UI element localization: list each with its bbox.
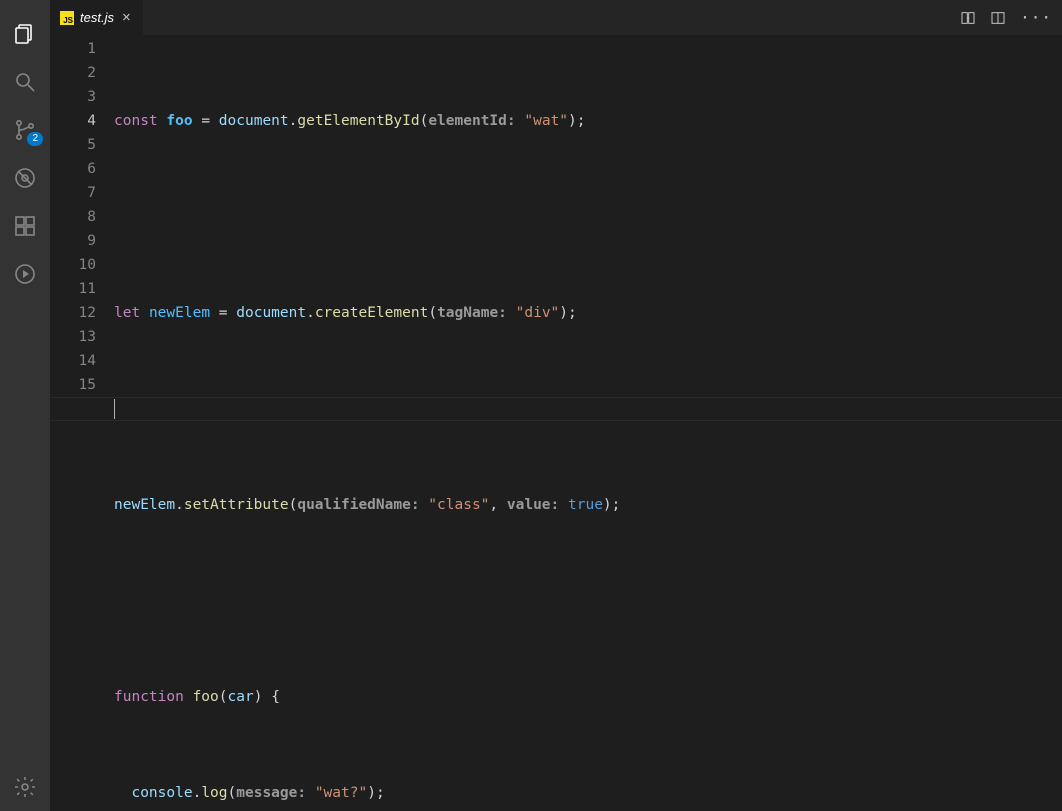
token-op: = (210, 305, 236, 321)
line-number: 13 (50, 325, 96, 349)
explorer-icon[interactable] (1, 10, 49, 58)
token-inlay-hint: message: (236, 785, 306, 801)
line-number: 9 (50, 229, 96, 253)
token-punc: . (306, 305, 315, 321)
line-number: 2 (50, 61, 96, 85)
search-icon[interactable] (1, 58, 49, 106)
token-keyword: function (114, 689, 184, 705)
token-space (306, 785, 315, 801)
code-line[interactable] (114, 205, 1062, 229)
token-variable: foo (166, 113, 192, 129)
activity-bar: 2 (0, 0, 50, 811)
debug-icon[interactable] (1, 154, 49, 202)
code-line[interactable]: console.log(message: "wat?"); (114, 781, 1062, 805)
token-punc: ; (612, 497, 621, 513)
code-editor[interactable]: 1 2 3 4 5 6 7 8 9 10 11 12 13 14 15 cons… (50, 35, 1062, 811)
token-brace: { (271, 689, 280, 705)
line-number-gutter: 1 2 3 4 5 6 7 8 9 10 11 12 13 14 15 (50, 37, 114, 811)
code-line[interactable]: newElem.setAttribute(qualifiedName: "cla… (114, 493, 1062, 517)
token-function: foo (193, 689, 219, 705)
token-paren: ( (428, 305, 437, 321)
settings-gear-icon[interactable] (1, 763, 49, 811)
code-content[interactable]: const foo = document. getElementById ( elem… (114, 37, 1062, 811)
editor-actions: ··· (960, 0, 1062, 35)
token-punc: ; (577, 113, 586, 129)
token-paren: ( (219, 689, 228, 705)
line-number: 14 (50, 349, 96, 373)
line-number: 6 (50, 157, 96, 181)
scm-badge: 2 (27, 132, 43, 146)
token-space (507, 305, 516, 321)
token-punc: . (193, 785, 202, 801)
token-string: "wat?" (315, 785, 367, 801)
token-space (140, 305, 149, 321)
token-string: "class" (428, 497, 489, 513)
line-number: 4 (50, 109, 96, 133)
token-space (184, 689, 193, 705)
source-control-icon[interactable]: 2 (1, 106, 49, 154)
line-number: 1 (50, 37, 96, 61)
line-number: 10 (50, 253, 96, 277)
token-object: document (236, 305, 306, 321)
token-string: "div" (516, 305, 560, 321)
line-number: 8 (50, 205, 96, 229)
token-paren: ) (367, 785, 376, 801)
text-cursor (114, 399, 115, 419)
token-punc: ; (568, 305, 577, 321)
code-line[interactable]: function foo(car) { (114, 685, 1062, 709)
token-inlay-hint: value: (507, 497, 559, 513)
token-object: document (219, 113, 289, 129)
token-function: log (201, 785, 227, 801)
token-space (262, 689, 271, 705)
line-number: 12 (50, 301, 96, 325)
editor-group: JS test.js × ··· 1 2 3 4 5 6 7 8 9 10 11 (50, 0, 1062, 811)
line-number: 15 (50, 373, 96, 397)
tab-filename: test.js (80, 10, 114, 25)
token-paren: ( (228, 785, 237, 801)
tab-bar: JS test.js × ··· (50, 0, 1062, 35)
token-op: = (193, 113, 219, 129)
token-punc: . (175, 497, 184, 513)
token-space (114, 785, 131, 801)
code-line[interactable]: let newElem = document.createElement(tag… (114, 301, 1062, 325)
compare-changes-icon[interactable] (960, 10, 976, 26)
js-file-icon: JS (60, 11, 74, 25)
token-function: createElement (315, 305, 429, 321)
token-function: getElementById (297, 113, 419, 129)
token-boolean: true (568, 497, 603, 513)
token-keyword: let (114, 305, 140, 321)
token-keyword: const (114, 113, 158, 129)
remote-icon[interactable] (1, 250, 49, 298)
line-number: 7 (50, 181, 96, 205)
token-punc: ; (376, 785, 385, 801)
token-space (420, 497, 429, 513)
more-actions-icon[interactable]: ··· (1020, 8, 1052, 27)
token-object: console (131, 785, 192, 801)
token-inlay-hint: qualifiedName: (297, 497, 419, 513)
token-object: newElem (114, 497, 175, 513)
token-variable: newElem (149, 305, 210, 321)
code-line[interactable]: const foo = document.getElementById(elem… (114, 109, 1062, 133)
token-paren: ) (603, 497, 612, 513)
line-number: 5 (50, 133, 96, 157)
split-editor-icon[interactable] (990, 10, 1006, 26)
token-space (559, 497, 568, 513)
token-paren: ) (559, 305, 568, 321)
token-param: car (228, 689, 254, 705)
code-line-current[interactable] (114, 397, 1062, 421)
line-number: 11 (50, 277, 96, 301)
token-function: setAttribute (184, 497, 289, 513)
token-paren: ) (568, 113, 577, 129)
line-number: 3 (50, 85, 96, 109)
close-tab-icon[interactable]: × (120, 9, 133, 26)
token-punc: , (489, 497, 506, 513)
token-string: "wat" (524, 113, 568, 129)
extensions-icon[interactable] (1, 202, 49, 250)
code-line[interactable] (114, 589, 1062, 613)
token-inlay-hint: elementId: (428, 113, 515, 129)
tab-test-js[interactable]: JS test.js × (50, 0, 143, 35)
token-inlay-hint: tagName: (437, 305, 507, 321)
